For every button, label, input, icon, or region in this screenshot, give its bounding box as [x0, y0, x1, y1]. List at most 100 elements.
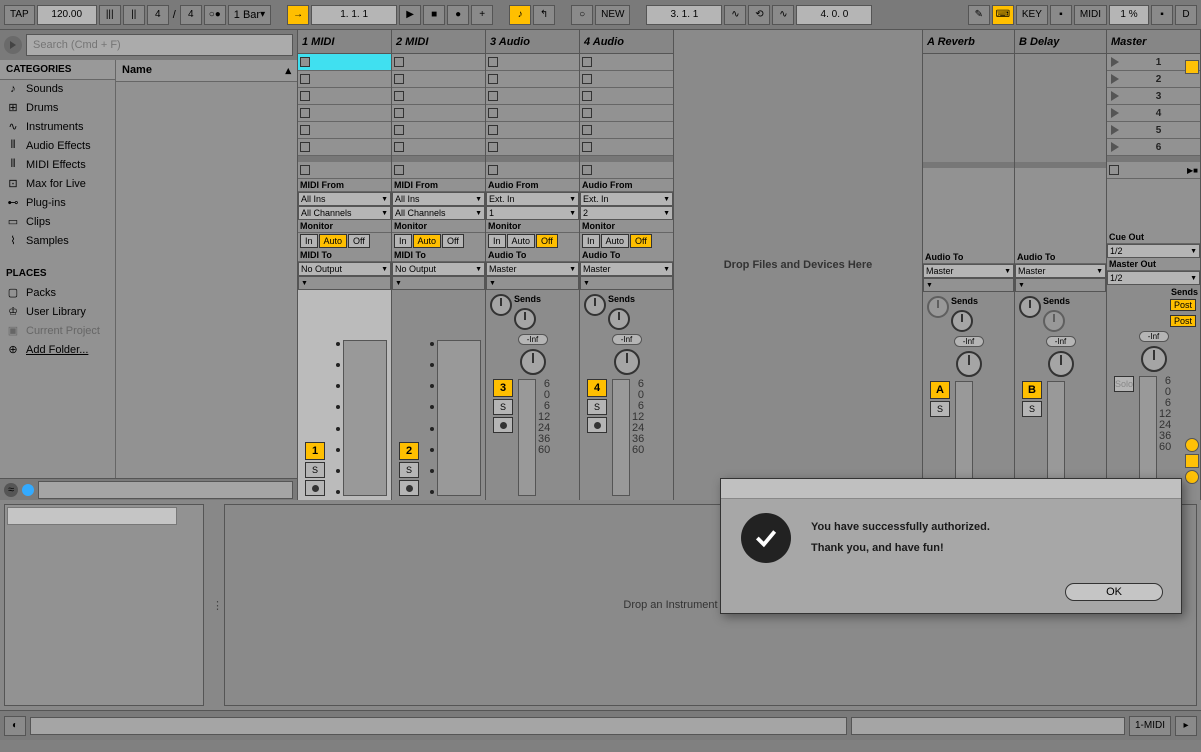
channel-select[interactable]: All Channels: [298, 206, 391, 220]
clip-slot[interactable]: [392, 71, 485, 88]
monitor-auto[interactable]: Auto: [319, 234, 348, 248]
output-select[interactable]: No Output: [392, 262, 485, 276]
clip-slot[interactable]: [580, 54, 673, 71]
clip-slot[interactable]: [486, 54, 579, 71]
send-a-knob[interactable]: [490, 294, 512, 316]
pan-knob[interactable]: [956, 351, 982, 377]
clip-slot[interactable]: [486, 105, 579, 122]
monitor-auto[interactable]: Auto: [507, 234, 536, 248]
computer-midi[interactable]: ⌨: [992, 5, 1014, 25]
groove-amount[interactable]: [38, 481, 293, 499]
nudge-down[interactable]: ||: [123, 5, 145, 25]
clip-slot[interactable]: [486, 88, 579, 105]
output-select[interactable]: No Output: [298, 262, 391, 276]
arm-button[interactable]: [399, 480, 419, 496]
cat-midi-effects[interactable]: ⫴MIDI Effects: [0, 155, 115, 174]
monitor-off[interactable]: Off: [442, 234, 464, 248]
punch-in[interactable]: ∿: [724, 5, 746, 25]
clip-slot[interactable]: [298, 88, 391, 105]
timesig-num[interactable]: 4: [147, 5, 169, 25]
monitor-auto[interactable]: Auto: [413, 234, 442, 248]
output-channel[interactable]: [392, 276, 485, 290]
loop-start[interactable]: 3. 1. 1: [646, 5, 722, 25]
clip-stop[interactable]: [580, 162, 673, 179]
send-a-knob[interactable]: [1019, 296, 1041, 318]
clip-slot[interactable]: [580, 139, 673, 156]
key-map[interactable]: KEY: [1016, 5, 1048, 25]
groove-icon[interactable]: ≈: [4, 483, 18, 497]
drop-zone[interactable]: Drop Files and Devices Here: [674, 30, 923, 500]
clip-slot[interactable]: [298, 105, 391, 122]
quantize-select[interactable]: 1 Bar ▾: [228, 5, 271, 25]
output-channel[interactable]: [1015, 278, 1106, 292]
track-header[interactable]: A Reverb: [923, 30, 1014, 54]
arm-button[interactable]: [587, 417, 607, 433]
automation-arm[interactable]: ♪: [509, 5, 531, 25]
clip-slot[interactable]: [486, 122, 579, 139]
clip-slot[interactable]: [392, 122, 485, 139]
cat-clips[interactable]: ▭Clips: [0, 212, 115, 231]
clip-stop[interactable]: [298, 162, 391, 179]
clip-slot[interactable]: [486, 139, 579, 156]
input-select[interactable]: Ext. In: [580, 192, 673, 206]
track-activator[interactable]: 1: [305, 442, 325, 460]
clip-slot[interactable]: [298, 139, 391, 156]
return-toggle[interactable]: [1185, 438, 1199, 452]
midi-map[interactable]: MIDI: [1074, 5, 1107, 25]
draw-mode[interactable]: ✎: [968, 5, 990, 25]
tap-button[interactable]: TAP: [4, 5, 35, 25]
loop-button[interactable]: ○: [571, 5, 593, 25]
send-a-knob[interactable]: [927, 296, 949, 318]
monitor-in[interactable]: In: [394, 234, 412, 248]
send-b-knob[interactable]: [514, 308, 536, 330]
output-channel[interactable]: [486, 276, 579, 290]
cat-samples[interactable]: ⌇Samples: [0, 231, 115, 250]
track-header[interactable]: B Delay: [1015, 30, 1106, 54]
input-select[interactable]: All Ins: [298, 192, 391, 206]
channel-select[interactable]: 1: [486, 206, 579, 220]
channel-select[interactable]: All Channels: [392, 206, 485, 220]
channel-select[interactable]: 2: [580, 206, 673, 220]
send-a-knob[interactable]: [584, 294, 606, 316]
clip-slot[interactable]: [392, 105, 485, 122]
position-display[interactable]: 1. 1. 1: [311, 5, 397, 25]
track-header[interactable]: Master: [1107, 30, 1200, 54]
monitor-in[interactable]: In: [582, 234, 600, 248]
clip-stop[interactable]: [392, 162, 485, 179]
pan-knob[interactable]: [614, 349, 640, 375]
track-header[interactable]: 4 Audio: [580, 30, 673, 54]
solo-button[interactable]: S: [1022, 401, 1042, 417]
track-header[interactable]: 1 MIDI: [298, 30, 391, 54]
track-activator[interactable]: B: [1022, 381, 1042, 399]
preview-play-icon[interactable]: [4, 36, 22, 54]
monitor-off[interactable]: Off: [536, 234, 558, 248]
track-header[interactable]: 2 MIDI: [392, 30, 485, 54]
track-activator[interactable]: A: [930, 381, 950, 399]
send-b-knob[interactable]: [608, 308, 630, 330]
send-b-knob[interactable]: [951, 310, 973, 332]
output-channel[interactable]: [580, 276, 673, 290]
places-user-library[interactable]: ♔User Library: [0, 302, 115, 321]
solo-button[interactable]: S: [399, 462, 419, 478]
send-b-knob[interactable]: [1043, 310, 1065, 332]
output-select[interactable]: Master: [486, 262, 579, 276]
clip-slot[interactable]: [580, 71, 673, 88]
pan-knob[interactable]: [1048, 351, 1074, 377]
track-activator[interactable]: 3: [493, 379, 513, 397]
loop-toggle[interactable]: ⟲: [748, 5, 770, 25]
monitor-auto[interactable]: Auto: [601, 234, 630, 248]
places-add-folder[interactable]: ⊕Add Folder...: [0, 340, 115, 359]
arm-button[interactable]: [493, 417, 513, 433]
clip-slot[interactable]: [392, 139, 485, 156]
clip-slot[interactable]: [392, 88, 485, 105]
clip-slot[interactable]: [298, 71, 391, 88]
solo-button[interactable]: S: [587, 399, 607, 415]
clip-slot[interactable]: [298, 122, 391, 139]
device-chain[interactable]: [4, 504, 204, 706]
name-header[interactable]: Name▴: [116, 60, 297, 82]
places-current-project[interactable]: ▣Current Project: [0, 321, 115, 340]
d-button[interactable]: D: [1175, 5, 1197, 25]
cat-drums[interactable]: ⊞Drums: [0, 98, 115, 117]
monitor-off[interactable]: Off: [630, 234, 652, 248]
solo-button[interactable]: S: [305, 462, 325, 478]
